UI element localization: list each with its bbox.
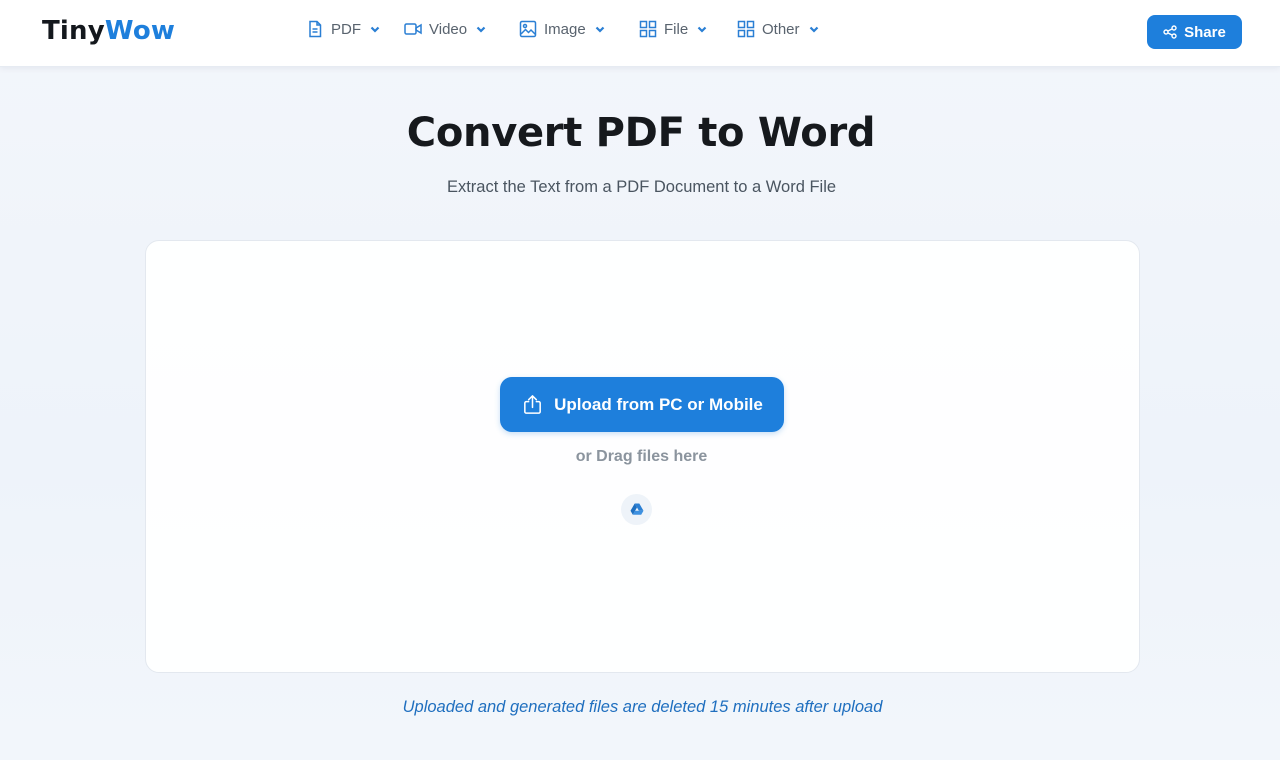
nav-item-other[interactable]: Other (736, 17, 820, 41)
upload-button-label: Upload from PC or Mobile (554, 394, 763, 414)
chevron-down-icon (809, 26, 818, 33)
nav-item-video[interactable]: Video (403, 17, 487, 41)
upload-icon (524, 395, 542, 414)
chevron-down-icon (697, 26, 707, 33)
google-drive-icon (630, 503, 643, 515)
logo-text-wow: Wow (104, 16, 176, 46)
share-icon (1163, 25, 1177, 39)
nav-label-image: Image (544, 20, 586, 38)
drag-hint: or Drag files here (575, 448, 708, 465)
file-document-icon (309, 20, 322, 38)
nav-label-pdf: PDF (331, 20, 361, 38)
deletion-notice: Uploaded and generated files are deleted… (402, 698, 883, 716)
nav-item-file[interactable]: File (638, 17, 708, 41)
nav-label-file: File (664, 20, 689, 38)
grid-icon (737, 20, 755, 38)
grid-icon (639, 20, 657, 38)
nav-label-other: Other (762, 20, 800, 38)
nav-label-video: Video (429, 20, 468, 38)
google-drive-button[interactable] (621, 494, 652, 525)
nav-item-pdf[interactable]: PDF (305, 17, 381, 41)
video-camera-icon (404, 23, 422, 35)
chevron-down-icon (476, 26, 486, 33)
logo-text-tiny: Tiny (42, 16, 105, 46)
share-button[interactable]: Share (1147, 15, 1242, 49)
chevron-down-icon (595, 26, 604, 33)
page-subtitle: Extract the Text from a PDF Document to … (446, 178, 837, 196)
chevron-down-icon (370, 26, 380, 33)
upload-button[interactable]: Upload from PC or Mobile (500, 377, 784, 432)
nav-item-image[interactable]: Image (518, 17, 606, 41)
top-header: TinyWow PDF Video Image File Other Share (0, 0, 1280, 67)
image-icon (519, 20, 537, 38)
page-title: Convert PDF to Word (406, 110, 876, 156)
share-label: Share (1184, 23, 1226, 41)
tinywow-logo[interactable]: TinyWow (42, 16, 175, 46)
